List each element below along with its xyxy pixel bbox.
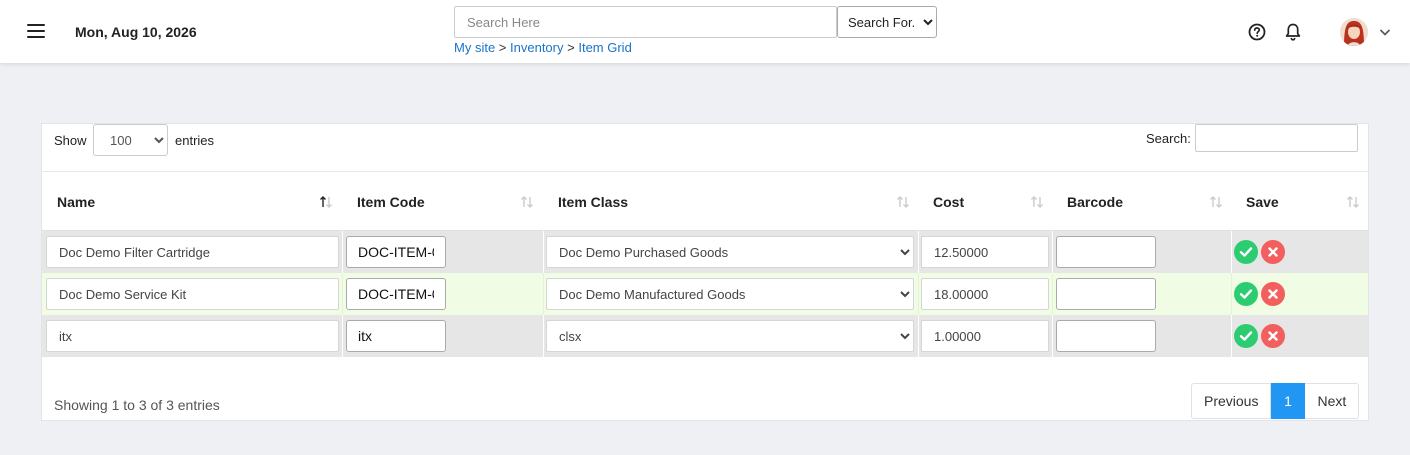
current-date: Mon, Aug 10, 2026 — [75, 24, 197, 40]
help-icon[interactable] — [1248, 23, 1266, 41]
item-code-input[interactable] — [346, 278, 446, 310]
breadcrumb-separator: > — [498, 40, 507, 55]
global-search-input[interactable] — [454, 6, 837, 38]
item-class-select[interactable]: clsx — [546, 320, 914, 352]
breadcrumb-my-site[interactable]: My site — [454, 40, 495, 55]
cell-divider — [918, 315, 919, 357]
cancel-row-button[interactable] — [1261, 240, 1285, 264]
column-header-label: Barcode — [1067, 194, 1124, 210]
check-icon — [1239, 331, 1253, 341]
breadcrumb: My site > Inventory > Item Grid — [454, 40, 632, 55]
column-header-label: Item Class — [558, 194, 629, 210]
entries-label: entries — [175, 133, 215, 148]
cell-divider — [918, 273, 919, 315]
cell-divider — [1231, 231, 1232, 273]
barcode-input[interactable] — [1056, 236, 1156, 268]
sort-icon — [1347, 196, 1359, 208]
breadcrumb-inventory[interactable]: Inventory — [510, 40, 563, 55]
close-icon — [1268, 247, 1278, 257]
item-grid-card: Show 100 entries Search: Name Item Code … — [41, 123, 1369, 421]
check-icon — [1239, 289, 1253, 299]
column-header-save[interactable]: Save — [1231, 172, 1368, 232]
cancel-row-button[interactable] — [1261, 282, 1285, 306]
top-bar: Mon, Aug 10, 2026 Search For... My site … — [0, 0, 1410, 63]
cell-divider — [1052, 315, 1053, 357]
item-class-select[interactable]: Doc Demo Manufactured Goods — [546, 278, 914, 310]
item-class-select[interactable]: Doc Demo Purchased Goods — [546, 236, 914, 268]
column-header-name[interactable]: Name — [42, 172, 342, 232]
close-icon — [1268, 331, 1278, 341]
breadcrumb-item-grid[interactable]: Item Grid — [578, 40, 631, 55]
bell-icon[interactable] — [1284, 22, 1302, 42]
column-header-label: Cost — [933, 194, 965, 210]
item-code-input[interactable] — [346, 236, 446, 268]
page-length-select[interactable]: 100 — [93, 124, 168, 156]
close-icon — [1268, 289, 1278, 299]
column-header-cost[interactable]: Cost — [918, 172, 1052, 232]
cell-divider — [543, 273, 544, 315]
show-label: Show — [54, 133, 87, 148]
barcode-input[interactable] — [1056, 278, 1156, 310]
cell-divider — [1231, 273, 1232, 315]
table-row: clsx — [42, 315, 1368, 357]
save-row-button[interactable] — [1234, 240, 1258, 264]
cell-divider — [342, 315, 343, 357]
column-header-label: Item Code — [357, 194, 425, 210]
barcode-input[interactable] — [1056, 320, 1156, 352]
column-header-barcode[interactable]: Barcode — [1052, 172, 1231, 232]
cost-input[interactable] — [921, 320, 1049, 352]
cell-divider — [918, 231, 919, 273]
cell-divider — [342, 231, 343, 273]
cell-divider — [543, 315, 544, 357]
column-header-item-class[interactable]: Item Class — [543, 172, 918, 232]
name-input[interactable] — [46, 320, 339, 352]
name-input[interactable] — [46, 278, 339, 310]
avatar[interactable] — [1340, 18, 1368, 46]
menu-icon[interactable] — [27, 24, 45, 38]
cost-input[interactable] — [921, 278, 1049, 310]
name-input[interactable] — [46, 236, 339, 268]
sort-icon — [897, 196, 909, 208]
save-row-button[interactable] — [1234, 324, 1258, 348]
table-header: Name Item Code Item Class Cost Barcode S… — [42, 171, 1368, 231]
column-header-label: Save — [1246, 194, 1279, 210]
column-header-label: Name — [57, 194, 96, 210]
sort-icon — [1031, 196, 1043, 208]
table-row: Doc Demo Purchased Goods — [42, 231, 1368, 273]
next-page-button[interactable]: Next — [1305, 383, 1360, 419]
table-search-label: Search: — [1146, 131, 1191, 146]
breadcrumb-separator: > — [567, 40, 575, 55]
table-search-input[interactable] — [1195, 124, 1358, 152]
save-row-button[interactable] — [1234, 282, 1258, 306]
column-header-item-code[interactable]: Item Code — [342, 172, 542, 232]
sort-icon — [521, 196, 533, 208]
check-icon — [1239, 247, 1253, 257]
pagination: Previous 1 Next — [1191, 383, 1360, 419]
cell-divider — [1052, 231, 1053, 273]
sort-icon — [1210, 196, 1222, 208]
previous-page-button[interactable]: Previous — [1191, 383, 1272, 419]
page-1-button[interactable]: 1 — [1271, 383, 1306, 419]
cancel-row-button[interactable] — [1261, 324, 1285, 348]
chevron-down-icon[interactable] — [1378, 25, 1392, 39]
sort-asc-icon — [320, 196, 332, 208]
item-code-input[interactable] — [346, 320, 446, 352]
cell-divider — [1231, 315, 1232, 357]
table-row: Doc Demo Manufactured Goods — [42, 273, 1368, 315]
search-for-select[interactable]: Search For... — [837, 6, 937, 38]
cell-divider — [543, 231, 544, 273]
table-info: Showing 1 to 3 of 3 entries — [54, 397, 220, 413]
cost-input[interactable] — [921, 236, 1049, 268]
cell-divider — [342, 273, 343, 315]
cell-divider — [1052, 273, 1053, 315]
